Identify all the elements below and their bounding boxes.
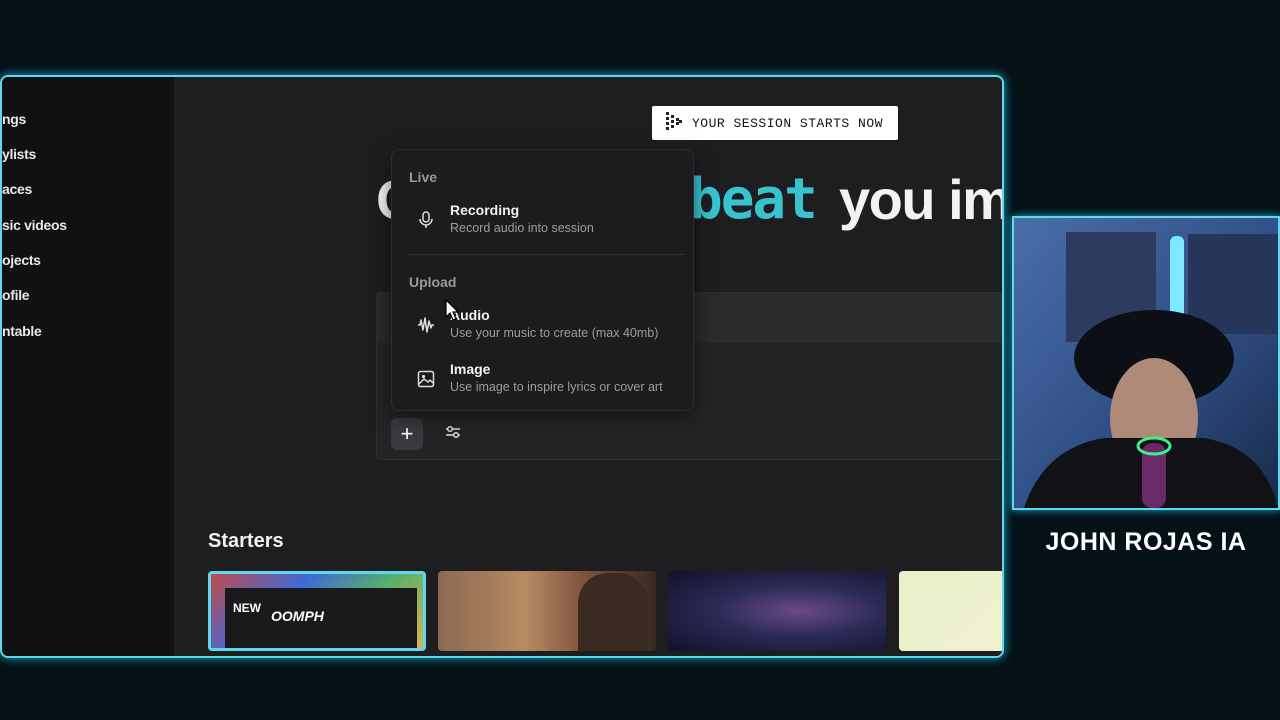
- session-badge[interactable]: YOUR SESSION STARTS NOW: [652, 106, 898, 140]
- sidebar-item-contentable[interactable]: ntable: [2, 323, 42, 339]
- starter-card-3[interactable]: [668, 571, 886, 651]
- menu-divider: [408, 254, 685, 255]
- starter-card-figure: [578, 573, 648, 651]
- sliders-icon: [445, 425, 461, 444]
- add-button[interactable]: +: [391, 418, 423, 450]
- webcam-image: [1014, 218, 1278, 508]
- play-dots-icon: [666, 112, 682, 134]
- add-menu-dropdown: Live Recording Record audio into session…: [391, 149, 694, 411]
- starter-card-inner: NEW OOMPH: [225, 588, 417, 648]
- audio-desc: Use your music to create (max 40mb): [450, 326, 659, 340]
- screen-capture: ngs ylists aces sic videos ojects ofile …: [0, 75, 1004, 658]
- starter-card-oomph[interactable]: NEW OOMPH: [208, 571, 426, 651]
- audio-menu-item[interactable]: Audio Use your music to create (max 40mb…: [392, 305, 693, 351]
- live-section-label: Live: [409, 169, 438, 185]
- settings-button[interactable]: [437, 418, 469, 450]
- recording-title: Recording: [450, 202, 520, 218]
- sidebar-item-songs[interactable]: ngs: [2, 111, 26, 127]
- mouse-cursor-icon: [445, 298, 460, 326]
- streamer-name: JOHN ROJAS IA: [1045, 528, 1247, 556]
- sidebar-item-profile[interactable]: ofile: [2, 287, 30, 303]
- sidebar-item-playlists[interactable]: ylists: [2, 146, 36, 162]
- sidebar-item-music-videos[interactable]: sic videos: [2, 217, 67, 233]
- image-icon: [416, 369, 436, 389]
- sidebar: ngs ylists aces sic videos ojects ofile …: [2, 77, 174, 656]
- hero-rest: you im: [839, 168, 1004, 231]
- plus-icon: +: [400, 421, 414, 446]
- sidebar-item-spaces[interactable]: aces: [2, 181, 32, 197]
- recording-menu-item[interactable]: Recording Record audio into session: [392, 200, 693, 246]
- starter-card-4[interactable]: [899, 571, 1002, 651]
- upload-section-label: Upload: [409, 274, 457, 290]
- image-title: Image: [450, 361, 491, 377]
- image-menu-item[interactable]: Image Use image to inspire lyrics or cov…: [392, 359, 693, 405]
- starters-title: Starters: [208, 530, 284, 552]
- session-badge-label: YOUR SESSION STARTS NOW: [692, 115, 883, 131]
- webcam-feed: [1012, 216, 1280, 510]
- image-desc: Use image to inspire lyrics or cover art: [450, 380, 663, 394]
- waveform-icon: [416, 315, 436, 335]
- sidebar-item-projects[interactable]: ojects: [2, 252, 41, 268]
- main-content: YOUR SESSION STARTS NOW C beat you im +: [174, 77, 1002, 656]
- starter-label: OOMPH: [271, 608, 324, 624]
- starter-badge: NEW: [233, 601, 261, 615]
- hero-beat-word: beat: [689, 167, 818, 232]
- microphone-icon: [416, 210, 436, 230]
- starter-card-2[interactable]: [438, 571, 656, 651]
- recording-desc: Record audio into session: [450, 221, 594, 235]
